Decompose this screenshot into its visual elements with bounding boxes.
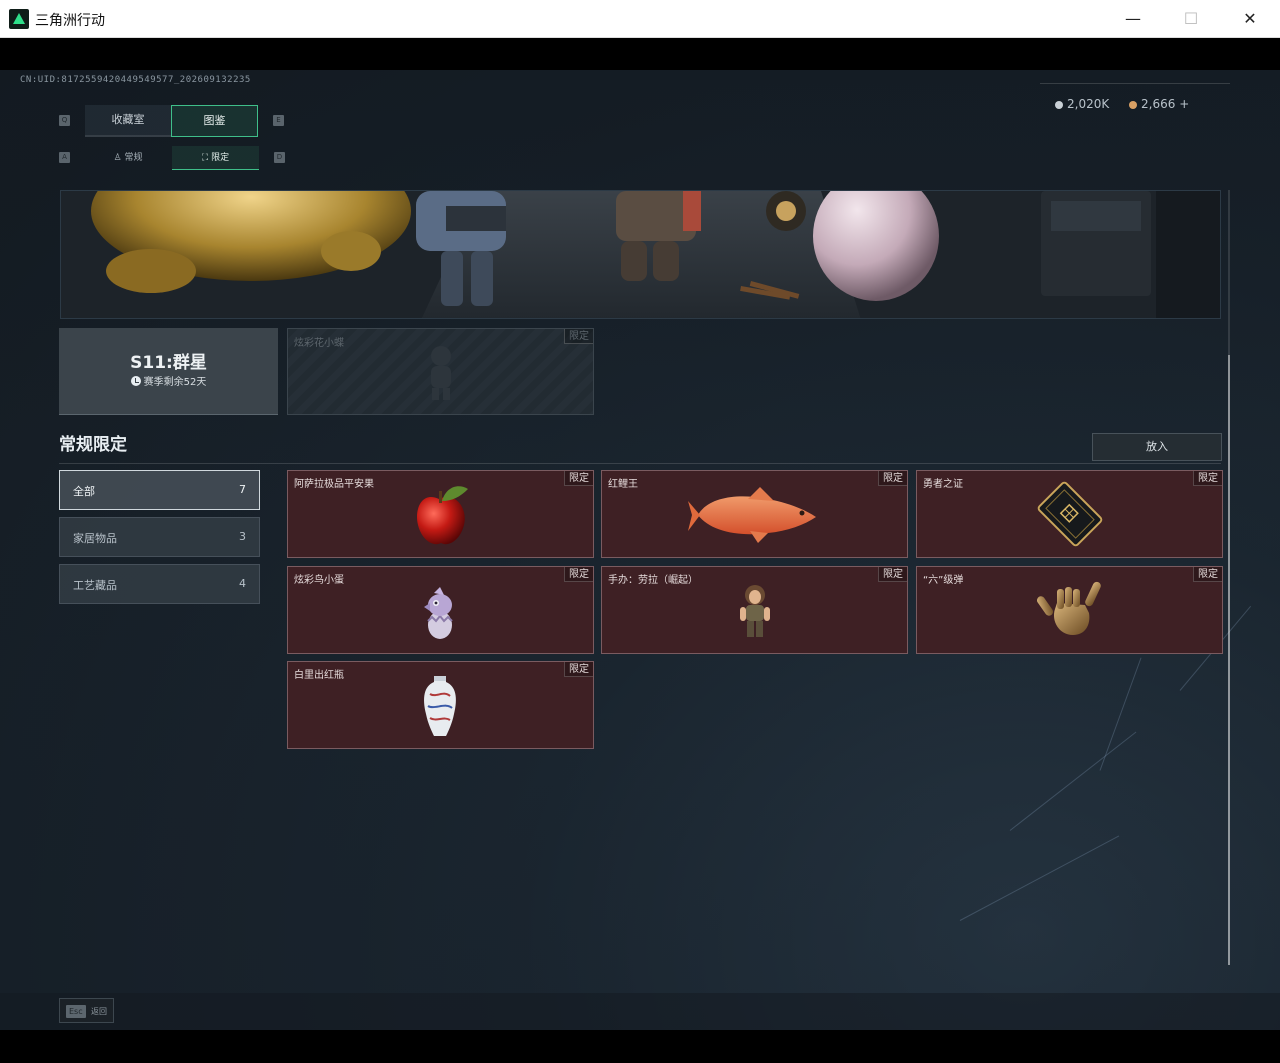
currency-coins-value: 2,020K (1067, 97, 1110, 111)
currency-coins: 2,020K (1055, 97, 1109, 111)
item-card-lara-figure[interactable]: 手办：劳拉（崛起） 限定 (601, 566, 908, 654)
tab-collection-room[interactable]: 收藏室 (85, 105, 171, 137)
minimize-button[interactable]: — (1104, 0, 1162, 38)
close-button[interactable]: ✕ (1221, 0, 1279, 38)
app-logo-icon (9, 9, 29, 29)
item-badge: 限定 (1193, 567, 1222, 582)
letterbox-top (0, 38, 1280, 70)
category-crafts[interactable]: 工艺藏品 4 (59, 564, 260, 604)
currency-premium: 2,666 + (1129, 97, 1189, 111)
player-uid: CN:UID:8172559420449549577_202609132235 (20, 75, 251, 85)
carp-icon (688, 487, 816, 543)
gold-coin-icon (1129, 101, 1137, 109)
put-in-button[interactable]: 放入 (1092, 433, 1222, 461)
back-label: 返回 (91, 1007, 107, 1016)
category-home-count: 3 (239, 530, 246, 543)
item-name: 炫彩鸟小蛋 (294, 575, 344, 586)
key-hint-q: Q (59, 115, 70, 126)
category-home-label: 家居物品 (73, 532, 117, 545)
maximize-button[interactable]: ☐ (1162, 0, 1220, 38)
season-remaining: 赛季剩余52天 (59, 373, 278, 388)
item-badge: 限定 (878, 471, 907, 486)
clock-icon (130, 376, 141, 386)
header-divider (1040, 83, 1230, 84)
currency-add-button[interactable]: + (1179, 97, 1189, 111)
scrollbar-thumb[interactable] (1228, 355, 1230, 965)
silver-coin-icon (1055, 101, 1063, 109)
key-hint-d: D (274, 152, 285, 163)
item-name: “六”级弹 (923, 575, 964, 586)
category-all[interactable]: 全部 7 (59, 470, 260, 510)
item-name: 红鲤王 (608, 479, 638, 490)
item-card-apple[interactable]: 阿萨拉极品平安果 限定 (287, 470, 594, 558)
egg-icon (424, 587, 453, 639)
item-badge: 限定 (564, 567, 593, 582)
window-titlebar: 三角洲行动 — ☐ ✕ (0, 0, 1280, 38)
locked-figure-icon (431, 346, 451, 400)
locked-item-badge: 限定 (564, 329, 593, 344)
item-name: 阿萨拉极品平安果 (294, 479, 374, 490)
hand-icon (1037, 581, 1101, 635)
category-all-label: 全部 (73, 485, 95, 498)
window-title: 三角洲行动 (35, 13, 105, 29)
letterbox-bottom (0, 1030, 1280, 1063)
key-hint-e: E (273, 115, 284, 126)
category-all-count: 7 (239, 483, 246, 496)
item-card-six-shot[interactable]: “六”级弹 限定 (916, 566, 1223, 654)
currency-premium-value: 2,666 (1141, 97, 1176, 111)
season-remaining-text: 赛季剩余52天 (143, 377, 207, 388)
category-crafts-label: 工艺藏品 (73, 579, 117, 592)
apple-icon (416, 486, 468, 545)
category-home-items[interactable]: 家居物品 3 (59, 517, 260, 557)
tab-limited[interactable]: ⛶ 限定 (172, 146, 259, 170)
tab-catalog[interactable]: 图鉴 (171, 105, 258, 137)
item-badge: 限定 (878, 567, 907, 582)
key-hint-a: A (59, 152, 70, 163)
item-card-egg[interactable]: 炫彩鸟小蛋 限定 (287, 566, 594, 654)
section-title: 常规限定 (59, 435, 127, 455)
item-name: 白里出红瓶 (294, 670, 344, 681)
item-name: 手办：劳拉（崛起） (608, 575, 698, 586)
item-card-badge-of-brave[interactable]: 勇者之证 限定 (916, 470, 1223, 558)
item-card-carp[interactable]: 红鲤王 限定 (601, 470, 908, 558)
figure-icon (740, 585, 770, 637)
tab-limited-label: 限定 (211, 153, 230, 163)
item-name: 勇者之证 (923, 479, 963, 490)
vase-icon (424, 676, 456, 736)
season-card: S11:群星 赛季剩余52天 (59, 328, 278, 415)
item-badge: 限定 (1193, 471, 1222, 486)
back-button[interactable]: Esc 返回 (59, 998, 114, 1023)
footer-bar (0, 993, 1280, 1030)
locked-item-name: 炫彩花小蝶 (294, 338, 344, 349)
item-card-vase[interactable]: 白里出红瓶 限定 (287, 661, 594, 749)
tab-regular-label: 常规 (124, 153, 143, 163)
item-badge: 限定 (564, 471, 593, 486)
card-icon (1037, 481, 1103, 547)
category-crafts-count: 4 (239, 577, 246, 590)
item-badge: 限定 (564, 662, 593, 677)
limited-icon: ⛶ (201, 153, 212, 163)
regular-icon: ♙ (113, 153, 125, 163)
season-name: S11:群星 (130, 353, 207, 373)
section-divider (59, 463, 1221, 464)
tab-regular[interactable]: ♙ 常规 (85, 146, 171, 170)
game-viewport: CN:UID:8172559420449549577_202609132235 … (0, 70, 1280, 1030)
season-banner-image (60, 190, 1221, 319)
locked-item-card[interactable]: 炫彩花小蝶 限定 (287, 328, 594, 415)
esc-key-hint: Esc (66, 1005, 86, 1018)
